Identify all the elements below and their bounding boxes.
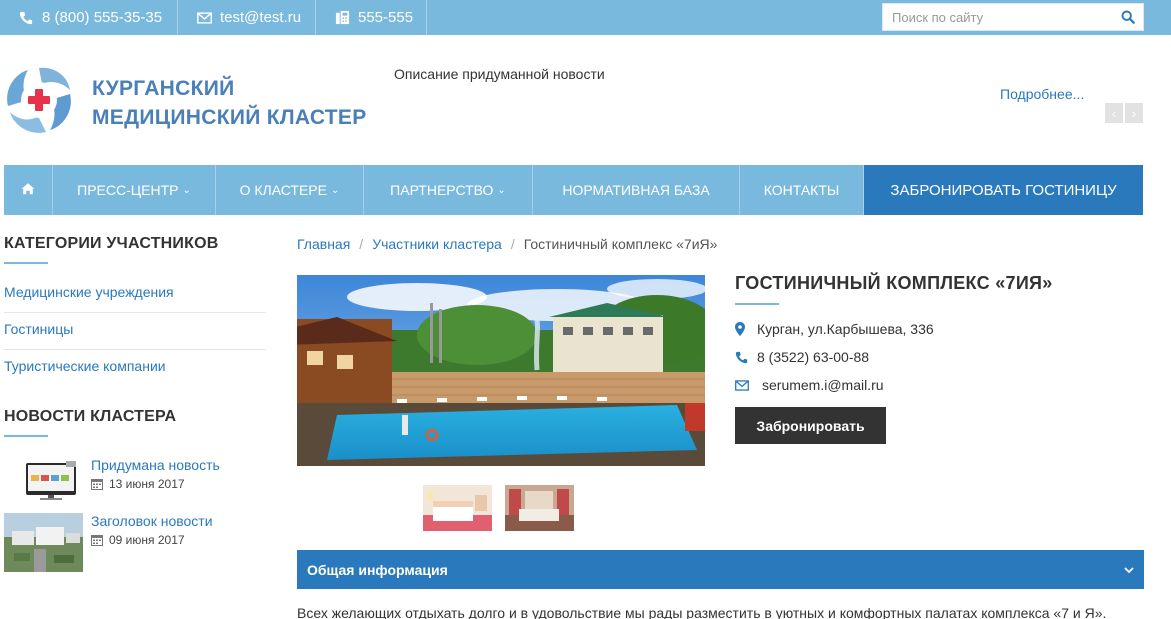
slider-next-button[interactable]: › xyxy=(1125,103,1143,123)
news-date-text: 13 июня 2017 xyxy=(109,477,185,491)
nav-regulatory-base-label: НОРМАТИВНАЯ БАЗА xyxy=(562,182,710,198)
category-hotels[interactable]: Гостиницы xyxy=(4,321,266,337)
top-phone-text: 8 (800) 555-35-35 xyxy=(42,9,163,26)
envelope-icon xyxy=(735,379,751,391)
nav-press-center[interactable]: ПРЕСС-ЦЕНТР ⌄ xyxy=(53,165,216,215)
news-date-text: 09 июня 2017 xyxy=(109,533,185,547)
hotel-address: Курган, ул.Карбышева, 336 xyxy=(735,321,934,337)
breadcrumb-separator: / xyxy=(359,236,364,252)
nav-about-cluster-label: О КЛАСТЕРЕ xyxy=(239,182,327,198)
category-travel[interactable]: Туристические компании xyxy=(4,358,266,374)
news-thumbnail[interactable] xyxy=(4,513,83,572)
gallery-thumbnail[interactable] xyxy=(505,485,574,531)
brand-name[interactable]: КУРГАНСКИЙ МЕДИЦИНСКИЙ КЛАСТЕР xyxy=(92,74,367,132)
breadcrumb-separator: / xyxy=(510,236,515,252)
slider-prev-button[interactable]: ‹ xyxy=(1105,103,1123,123)
nav-contacts-label: КОНТАКТЫ xyxy=(763,182,840,198)
news-item-date: 13 июня 2017 xyxy=(91,477,185,491)
hotel-email[interactable]: serumem.i@mail.ru xyxy=(735,377,884,393)
hotel-email-text: serumem.i@mail.ru xyxy=(762,377,884,393)
hotel-phone[interactable]: 8 (3522) 63-00-88 xyxy=(735,349,869,365)
chevron-down-icon: ⌄ xyxy=(497,184,506,196)
book-button[interactable]: Забронировать xyxy=(735,407,886,444)
accordion-title: Общая информация xyxy=(307,561,448,578)
phone-icon xyxy=(735,351,751,364)
gallery-thumbnail[interactable] xyxy=(423,485,492,531)
news-thumbnail[interactable] xyxy=(4,455,83,514)
main-nav: ПРЕСС-ЦЕНТР ⌄ О КЛАСТЕРЕ ⌄ ПАРТНЕРСТВО ⌄ НО… xyxy=(4,165,1143,215)
divider xyxy=(4,312,266,313)
phone-icon xyxy=(18,10,34,26)
chevron-down-icon: ⌄ xyxy=(182,184,191,196)
nav-book-hotel-label: ЗАБРОНИРОВАТЬ ГОСТИНИЦУ xyxy=(890,181,1117,199)
news-item-title[interactable]: Придумана новость xyxy=(91,457,220,473)
top-phone[interactable]: 8 (800) 555-35-35 xyxy=(0,0,178,35)
news-item-date: 09 июня 2017 xyxy=(91,533,185,547)
chevron-down-icon: ⌄ xyxy=(330,184,340,196)
top-bar: 8 (800) 555-35-35 test@test.ru 555-555 xyxy=(0,0,1171,35)
top-fax[interactable]: 555-555 xyxy=(316,0,427,35)
breadcrumb-home[interactable]: Главная xyxy=(297,236,350,252)
news-item-title[interactable]: Заголовок новости xyxy=(91,513,213,529)
hotel-address-text: Курган, ул.Карбышева, 336 xyxy=(757,321,934,337)
slider-arrows: ‹ › xyxy=(1105,103,1143,123)
nav-contacts[interactable]: КОНТАКТЫ xyxy=(740,165,864,215)
hotel-phone-text: 8 (3522) 63-00-88 xyxy=(757,349,870,365)
top-email[interactable]: test@test.ru xyxy=(178,0,316,35)
nav-partnership-label: ПАРТНЕРСТВО xyxy=(390,182,494,198)
calendar-icon xyxy=(91,478,103,490)
map-marker-icon xyxy=(735,322,751,336)
breadcrumb: Главная / Участники кластера / Гостиничн… xyxy=(297,236,717,252)
chevron-down-icon xyxy=(1124,563,1134,577)
nav-about-cluster[interactable]: О КЛАСТЕРЕ ⌄ xyxy=(216,165,364,215)
search-input[interactable] xyxy=(883,4,1113,30)
general-info-text: Всех желающих отдыхать долго и в удоволь… xyxy=(297,605,1107,619)
heading-underline xyxy=(4,262,48,264)
hotel-main-photo[interactable] xyxy=(297,275,705,466)
search-icon[interactable] xyxy=(1113,4,1143,30)
home-icon xyxy=(21,182,35,198)
brand-line-2: МЕДИЦИНСКИЙ КЛАСТЕР xyxy=(92,106,367,129)
top-email-text: test@test.ru xyxy=(220,9,302,26)
slider-news-description: Описание придуманной новости xyxy=(394,66,605,82)
calendar-icon xyxy=(91,534,103,546)
heading-underline xyxy=(4,435,48,437)
heading-underline xyxy=(735,303,779,305)
divider xyxy=(4,349,266,350)
top-fax-text: 555-555 xyxy=(358,9,414,26)
nav-book-hotel[interactable]: ЗАБРОНИРОВАТЬ ГОСТИНИЦУ xyxy=(864,165,1143,215)
envelope-icon xyxy=(196,10,212,26)
site-search xyxy=(882,3,1144,31)
breadcrumb-members[interactable]: Участники кластера xyxy=(372,236,502,252)
news-heading: НОВОСТИ КЛАСТЕРА xyxy=(4,408,177,425)
breadcrumb-current: Гостиничный комплекс «7иЯ» xyxy=(523,236,718,252)
fax-icon xyxy=(334,10,350,26)
cluster-logo[interactable] xyxy=(4,64,74,136)
slider-more-link[interactable]: Подробнее... xyxy=(1000,86,1084,102)
nav-home[interactable] xyxy=(4,165,53,215)
categories-heading: КАТЕГОРИИ УЧАСТНИКОВ xyxy=(4,235,219,252)
nav-regulatory-base[interactable]: НОРМАТИВНАЯ БАЗА xyxy=(533,165,740,215)
category-medical[interactable]: Медицинские учреждения xyxy=(4,284,266,300)
nav-press-center-label: ПРЕСС-ЦЕНТР xyxy=(77,182,179,198)
general-info-accordion[interactable]: Общая информация xyxy=(297,550,1144,589)
hotel-title: ГОСТИНИЧНЫЙ КОМПЛЕКС «7ИЯ» xyxy=(735,273,1053,293)
brand-line-1: КУРГАНСКИЙ xyxy=(92,77,235,100)
nav-partnership[interactable]: ПАРТНЕРСТВО ⌄ xyxy=(364,165,533,215)
